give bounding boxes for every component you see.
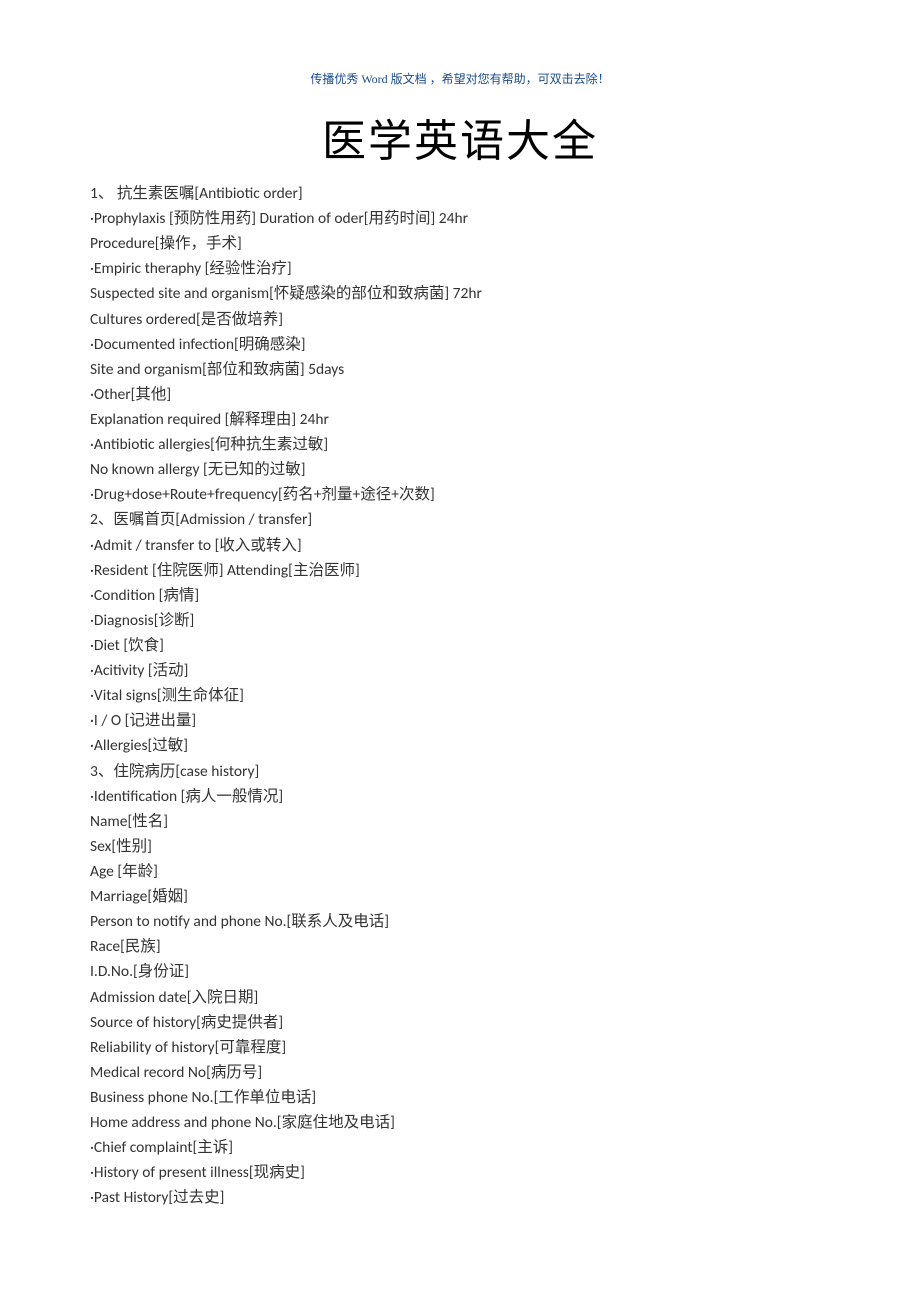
content-line: ·Past History[过去史] — [90, 1185, 830, 1210]
content-line: Cultures ordered[是否做培养] — [90, 307, 830, 332]
content-line: 2、医嘱首页[Admission / transfer] — [90, 507, 830, 532]
content-line: I.D.No.[身份证] — [90, 959, 830, 984]
content-line: 3、住院病历[case history] — [90, 759, 830, 784]
content-line: ·History of present illness[现病史] — [90, 1160, 830, 1185]
content-line: ·Vital signs[测生命体征] — [90, 683, 830, 708]
content-line: ·Admit / transfer to [收入或转入] — [90, 533, 830, 558]
content-line: Admission date[入院日期] — [90, 985, 830, 1010]
content-line: ·Diet [饮食] — [90, 633, 830, 658]
content-line: Age [年龄] — [90, 859, 830, 884]
header-note: 传播优秀 Word 版文档 ，希望对您有帮助，可双击去除！ — [90, 70, 830, 87]
content-line: No known allergy [无已知的过敏] — [90, 457, 830, 482]
content-line: 1、 抗生素医嘱[Antibiotic order] — [90, 181, 830, 206]
content-line: ·Antibiotic allergies[何种抗生素过敏] — [90, 432, 830, 457]
page-title: 医学英语大全 — [90, 105, 830, 169]
content-line: ·Prophylaxis [预防性用药] Duration of oder[用药… — [90, 206, 830, 231]
content-line: ·Identification [病人一般情况] — [90, 784, 830, 809]
content-line: ·Documented infection[明确感染] — [90, 332, 830, 357]
content-line: Suspected site and organism[怀疑感染的部位和致病菌]… — [90, 281, 830, 306]
content-line: ·Diagnosis[诊断] — [90, 608, 830, 633]
content-line: Business phone No.[工作单位电话] — [90, 1085, 830, 1110]
content-line: Source of history[病史提供者] — [90, 1010, 830, 1035]
content-line: Person to notify and phone No.[联系人及电话] — [90, 909, 830, 934]
content-line: ·Other[其他] — [90, 382, 830, 407]
content-line: Explanation required [解释理由] 24hr — [90, 407, 830, 432]
content-line: Procedure[操作，手术] — [90, 231, 830, 256]
content-line: Sex[性别] — [90, 834, 830, 859]
content-line: Home address and phone No.[家庭住地及电话] — [90, 1110, 830, 1135]
content-line: Name[性名] — [90, 809, 830, 834]
content-line: Race[民族] — [90, 934, 830, 959]
content-line: Marriage[婚姻] — [90, 884, 830, 909]
content-line: ·Acitivity [活动] — [90, 658, 830, 683]
content-line: ·Allergies[过敏] — [90, 733, 830, 758]
content-line: ·Resident [住院医师] Attending[主治医师] — [90, 558, 830, 583]
content-line: ·Drug+dose+Route+frequency[药名+剂量+途径+次数] — [90, 482, 830, 507]
content-line: Site and organism[部位和致病菌] 5days — [90, 357, 830, 382]
content-line: Medical record No[病历号] — [90, 1060, 830, 1085]
content-line: ·Chief complaint[主诉] — [90, 1135, 830, 1160]
content-line: ·Empiric theraphy [经验性治疗] — [90, 256, 830, 281]
content-line: Reliability of history[可靠程度] — [90, 1035, 830, 1060]
content-line: ·I / O [记进出量] — [90, 708, 830, 733]
document-content: 1、 抗生素医嘱[Antibiotic order] ·Prophylaxis … — [90, 181, 830, 1210]
content-line: ·Condition [病情] — [90, 583, 830, 608]
